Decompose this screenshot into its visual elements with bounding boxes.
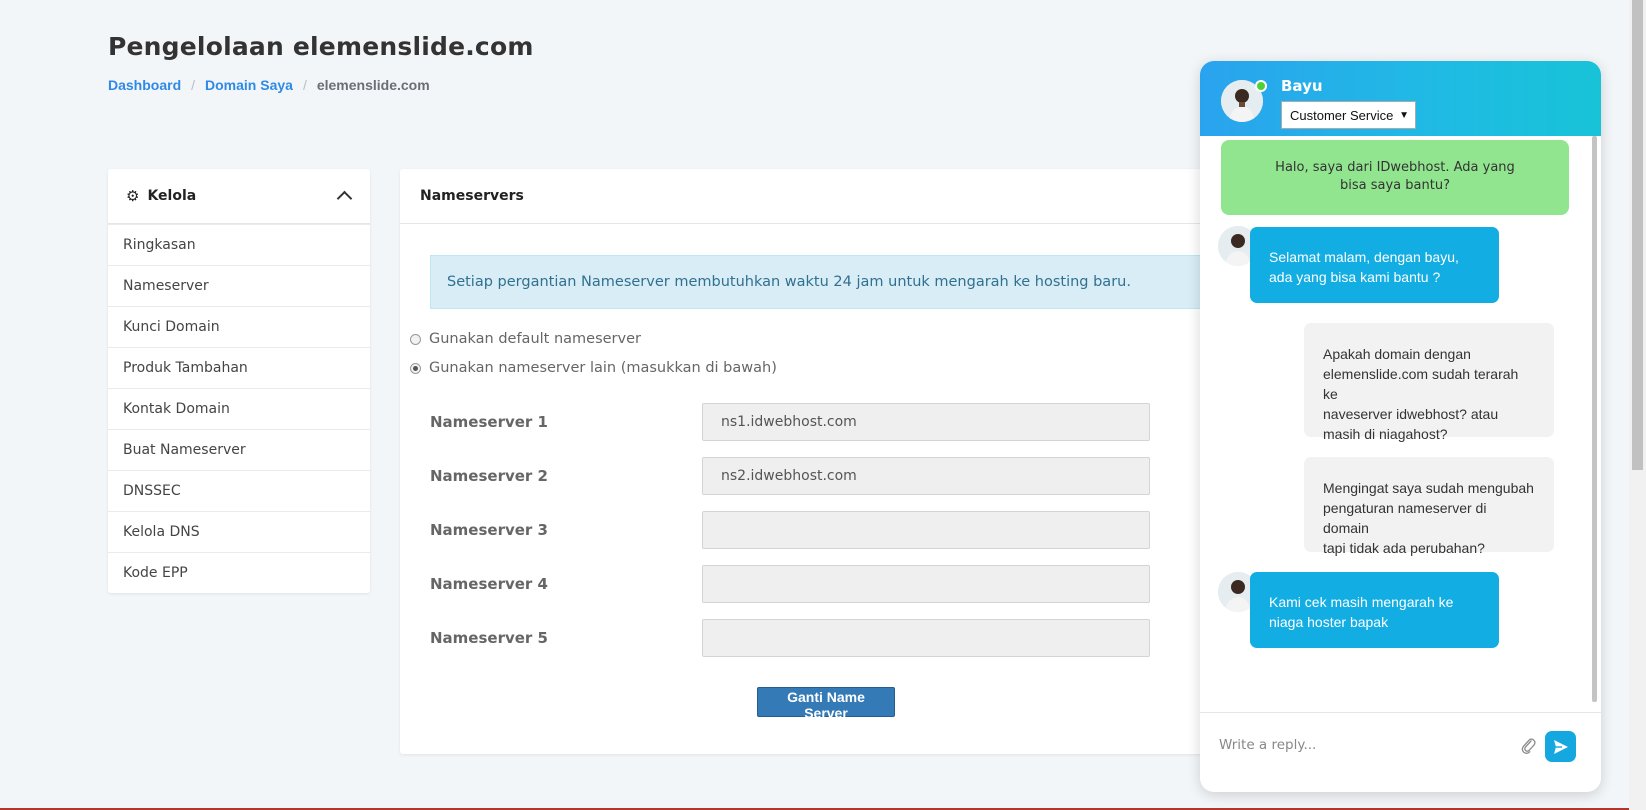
sidebar-header[interactable]: ⚙ Kelola bbox=[108, 169, 370, 224]
sidebar-item-kelola-dns[interactable]: Kelola DNS bbox=[108, 511, 370, 552]
chat-scrollbar[interactable] bbox=[1592, 136, 1597, 702]
message-line: pengaturan nameserver di domain bbox=[1323, 500, 1487, 536]
page-title: Pengelolaan elemenslide.com bbox=[108, 32, 534, 61]
sidebar-panel: ⚙ Kelola Ringkasan Nameserver Kunci Doma… bbox=[108, 169, 370, 593]
breadcrumb-dashboard[interactable]: Dashboard bbox=[108, 77, 181, 93]
radio-custom-label: Gunakan nameserver lain (masukkan di baw… bbox=[429, 360, 777, 376]
nameserver-2-label: Nameserver 2 bbox=[430, 467, 548, 485]
department-select[interactable]: Customer Service ▼ bbox=[1281, 101, 1416, 129]
online-status-indicator bbox=[1255, 80, 1267, 92]
nameserver-1-label: Nameserver 1 bbox=[430, 413, 548, 431]
breadcrumb: Dashboard / Domain Saya / elemenslide.co… bbox=[108, 77, 430, 93]
user-message: Mengingat saya sudah mengubah pengaturan… bbox=[1304, 457, 1554, 556]
nameserver-row: Nameserver 4 bbox=[430, 564, 1150, 604]
nameserver-2-input[interactable] bbox=[702, 457, 1150, 495]
sidebar-item-buat-nameserver[interactable]: Buat Nameserver bbox=[108, 429, 370, 470]
chat-widget: Bayu Customer Service ▼ Halo, saya dari … bbox=[1200, 61, 1601, 792]
sidebar-item-ringkasan[interactable]: Ringkasan bbox=[108, 224, 370, 265]
system-message: Halo, saya dari IDwebhost. Ada yang bisa… bbox=[1221, 140, 1569, 215]
message-line: niaga hoster bapak bbox=[1269, 614, 1389, 630]
chat-composer bbox=[1200, 712, 1601, 792]
caret-down-icon: ▼ bbox=[1399, 109, 1409, 121]
page-scrollbar[interactable] bbox=[1629, 0, 1646, 810]
chat-header: Bayu Customer Service ▼ bbox=[1200, 61, 1601, 136]
sidebar-title: Kelola bbox=[147, 188, 197, 204]
message-line: naveserver idwebhost? atau bbox=[1323, 406, 1499, 422]
breadcrumb-separator: / bbox=[191, 77, 196, 93]
send-button[interactable] bbox=[1545, 731, 1576, 762]
sidebar-item-kunci-domain[interactable]: Kunci Domain bbox=[108, 306, 370, 347]
send-icon bbox=[1553, 739, 1568, 754]
user-message: Apakah domain dengan elemenslide.com sud… bbox=[1304, 323, 1554, 442]
page-scrollbar-thumb[interactable] bbox=[1632, 0, 1643, 470]
nameserver-row: Nameserver 1 bbox=[430, 402, 1150, 442]
radio-custom-nameserver[interactable]: Gunakan nameserver lain (masukkan di baw… bbox=[410, 360, 777, 376]
sidebar-item-kontak-domain[interactable]: Kontak Domain bbox=[108, 388, 370, 429]
sidebar-item-dnssec[interactable]: DNSSEC bbox=[108, 470, 370, 511]
breadcrumb-current: elemenslide.com bbox=[316, 77, 430, 93]
message-line: masih di niagahost? bbox=[1323, 426, 1448, 442]
agent-message: Kami cek masih mengarah ke niaga hoster … bbox=[1250, 572, 1499, 648]
department-select-value: Customer Service bbox=[1290, 107, 1394, 123]
chevron-up-icon[interactable] bbox=[336, 190, 353, 207]
info-alert: Setiap pergantian Nameserver membutuhkan… bbox=[430, 255, 1220, 309]
change-nameserver-button[interactable]: Ganti Name Server bbox=[757, 687, 895, 721]
nameserver-4-input[interactable] bbox=[702, 565, 1150, 603]
nameserver-5-label: Nameserver 5 bbox=[430, 629, 548, 647]
nameserver-1-input[interactable] bbox=[702, 403, 1150, 441]
message-line: Selamat malam, dengan bayu, bbox=[1269, 249, 1459, 265]
radio-default-label: Gunakan default nameserver bbox=[429, 331, 641, 347]
message-line: tapi tidak ada perubahan? bbox=[1323, 540, 1485, 556]
nameserver-5-input[interactable] bbox=[702, 619, 1150, 657]
nameserver-4-label: Nameserver 4 bbox=[430, 575, 548, 593]
message-line: elemenslide.com sudah terarah ke bbox=[1323, 366, 1519, 402]
message-line: Apakah domain dengan bbox=[1323, 346, 1471, 362]
paperclip-icon[interactable] bbox=[1520, 735, 1536, 755]
nameserver-row: Nameserver 2 bbox=[430, 456, 1150, 496]
nameservers-card: Nameservers Setiap pergantian Nameserver… bbox=[400, 169, 1230, 754]
chat-messages: Halo, saya dari IDwebhost. Ada yang bisa… bbox=[1200, 136, 1601, 712]
message-line: ada yang bisa kami bantu ? bbox=[1269, 269, 1441, 285]
breadcrumb-separator: / bbox=[302, 77, 307, 93]
radio-default-nameserver[interactable]: Gunakan default nameserver bbox=[410, 331, 641, 347]
sidebar-item-nameserver[interactable]: Nameserver bbox=[108, 265, 370, 306]
radio-default-indicator[interactable] bbox=[410, 333, 421, 345]
sidebar-item-kode-epp[interactable]: Kode EPP bbox=[108, 552, 370, 593]
nameserver-row: Nameserver 3 bbox=[430, 510, 1150, 550]
agent-name: Bayu bbox=[1281, 77, 1323, 95]
breadcrumb-domain-saya[interactable]: Domain Saya bbox=[205, 77, 293, 93]
radio-custom-indicator[interactable] bbox=[410, 362, 421, 374]
message-line: Mengingat saya sudah mengubah bbox=[1323, 480, 1534, 496]
nameservers-heading: Nameservers bbox=[400, 169, 1230, 224]
gear-icon: ⚙ bbox=[126, 188, 140, 205]
reply-input[interactable] bbox=[1217, 733, 1501, 757]
message-line: Kami cek masih mengarah ke bbox=[1269, 594, 1454, 610]
nameserver-row: Nameserver 5 bbox=[430, 618, 1150, 658]
sidebar-item-produk-tambahan[interactable]: Produk Tambahan bbox=[108, 347, 370, 388]
nameserver-3-input[interactable] bbox=[702, 511, 1150, 549]
nameserver-3-label: Nameserver 3 bbox=[430, 521, 548, 539]
agent-message: Selamat malam, dengan bayu, ada yang bis… bbox=[1250, 227, 1499, 303]
